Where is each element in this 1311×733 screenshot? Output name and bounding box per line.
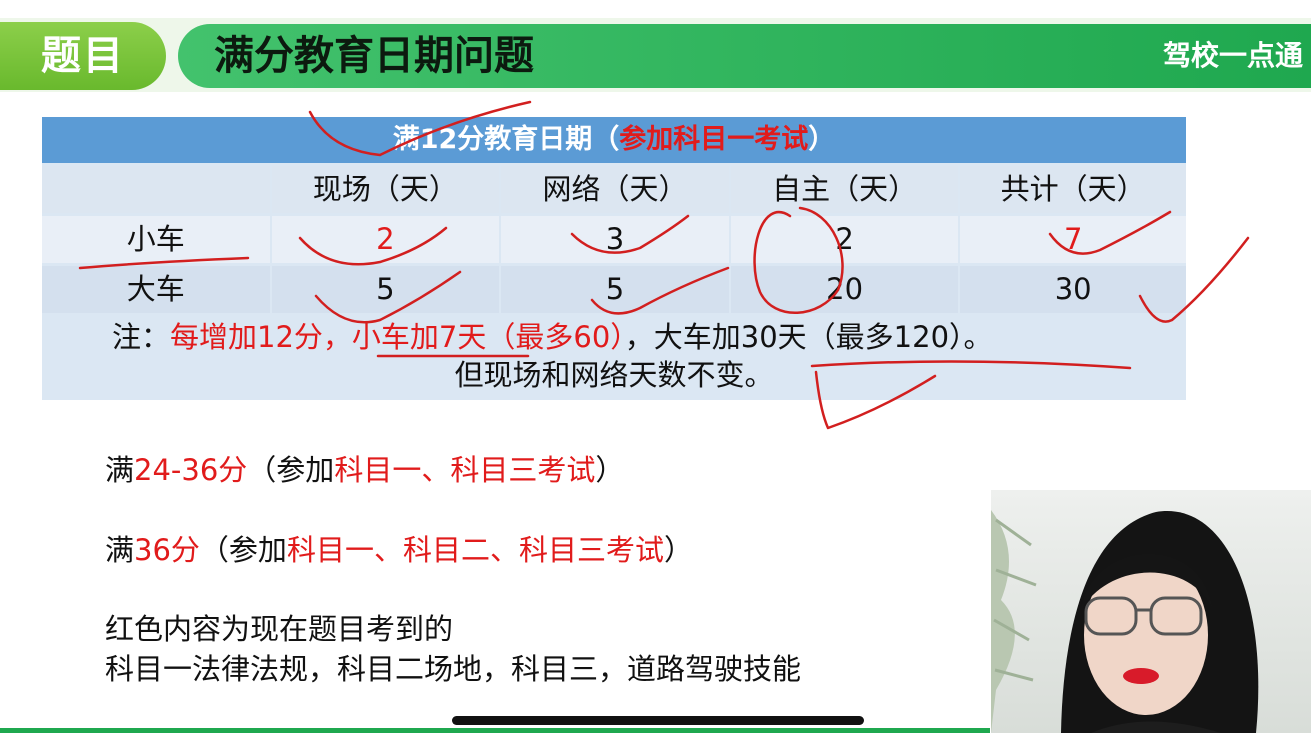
note-red-2: 小车加7天（最多60） <box>351 320 625 354</box>
line-text: 满 <box>105 533 135 567</box>
line-red-text: 科目一、科目二、科目三考试 <box>286 533 664 567</box>
explanation-line-1: 红色内容为现在题目考到的 <box>105 612 454 646</box>
table-cell: 3 <box>501 216 729 263</box>
table-cell: 5 <box>501 266 729 313</box>
table-cell: 7 <box>960 216 1186 263</box>
education-date-table: 满12分教育日期（参加科目一考试） 现场（天） 网络（天） 自主（天） 共计（天… <box>42 117 1186 400</box>
table-title-prefix: 满12分教育日期（ <box>392 124 620 155</box>
table-cell: 5 <box>271 266 500 313</box>
note-line-1: 注：每增加12分，小车加7天（最多60），大车加30天（最多120）。 <box>112 315 993 359</box>
explanation-line-2: 科目一法律法规，科目二场地，科目三，道路驾驶技能 <box>105 652 802 686</box>
note-rest: ，大车加30天（最多120）。 <box>624 320 993 354</box>
table-cell: 30 <box>960 266 1186 313</box>
note-line-2: 但现场和网络天数不变。 <box>454 358 774 392</box>
topic-tab: 题目 <box>0 22 166 90</box>
line-red-text: 36分 <box>134 533 200 567</box>
table-cell: 20 <box>730 266 959 313</box>
column-header: 现场（天） <box>271 166 500 213</box>
rule-line-36: 满36分（参加科目一、科目二、科目三考试） <box>105 527 693 569</box>
presenter-figure <box>1061 511 1259 733</box>
table-row: 小车 2 3 2 7 <box>42 216 1186 263</box>
row-label: 小车 <box>42 216 270 263</box>
rule-line-24-36: 满24-36分（参加科目一、科目三考试） <box>105 447 624 489</box>
row-label: 大车 <box>42 266 270 313</box>
line-text: 满 <box>105 453 135 487</box>
table-title-suffix: ） <box>808 124 836 155</box>
note-prefix: 注： <box>112 320 171 354</box>
column-header <box>42 166 270 213</box>
brand-logo-text: 驾校一点通 <box>1162 39 1303 72</box>
line-text: （参加 <box>199 533 287 567</box>
line-text: （参加 <box>247 453 335 487</box>
table-cell: 2 <box>730 216 959 263</box>
table-cell: 2 <box>271 216 500 263</box>
table-title-red: 参加科目一考试 <box>619 124 809 155</box>
table-row: 大车 5 5 20 30 <box>42 266 1186 313</box>
line-red-text: 科目一、科目三考试 <box>334 453 596 487</box>
line-red-text: 24-36分 <box>134 453 248 487</box>
line-text: ） <box>595 453 625 487</box>
column-header: 网络（天） <box>501 166 729 213</box>
page-title: 满分教育日期问题 <box>214 33 534 79</box>
table-grid: 现场（天） 网络（天） 自主（天） 共计（天） 小车 2 3 2 7 大车 5 … <box>42 166 1186 316</box>
table-header-row: 现场（天） 网络（天） 自主（天） 共计（天） <box>42 166 1186 213</box>
table-title: 满12分教育日期（参加科目一考试） <box>42 117 1186 163</box>
line-text: ） <box>663 533 693 567</box>
column-header: 自主（天） <box>730 166 959 213</box>
bottom-accent-line <box>0 728 990 733</box>
column-header: 共计（天） <box>960 166 1186 213</box>
presenter-webcam <box>991 490 1311 733</box>
note-red-1: 每增加12分， <box>170 320 352 354</box>
home-indicator <box>452 716 864 725</box>
